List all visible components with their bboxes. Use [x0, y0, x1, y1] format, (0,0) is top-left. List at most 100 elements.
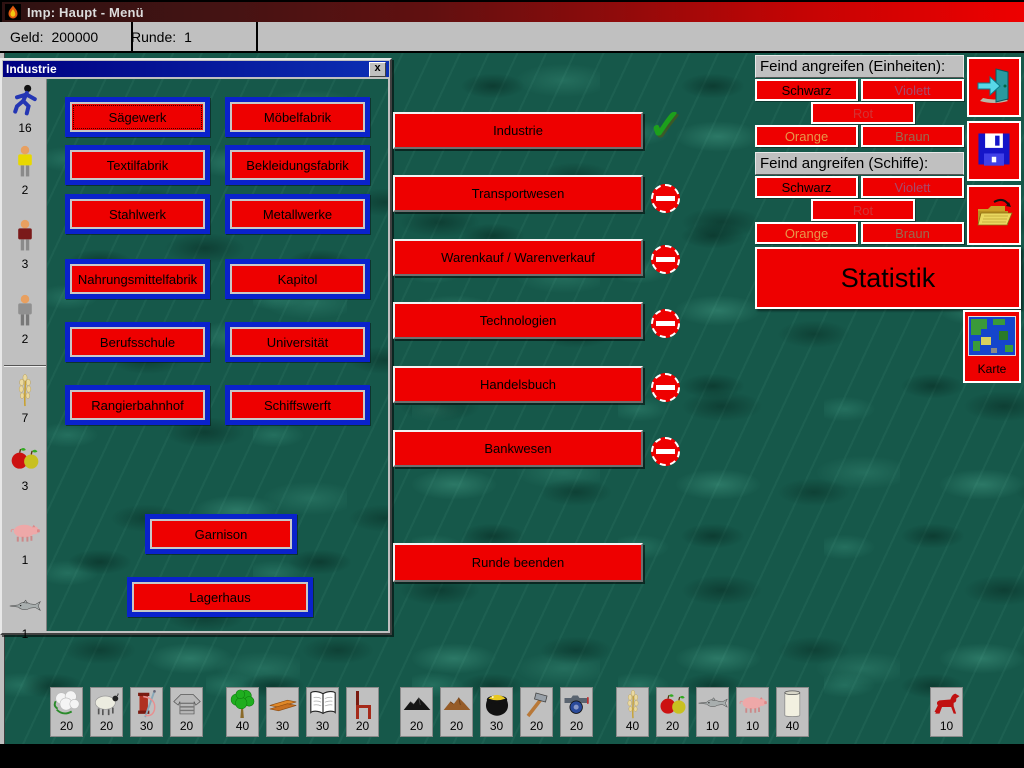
- bottom-black-strip: [0, 744, 1024, 768]
- building-button-berufsschule[interactable]: Berufsschule: [65, 322, 210, 362]
- resource-tile[interactable]: 20: [170, 687, 203, 737]
- resource-count: 20: [530, 719, 543, 733]
- menu-item-handelsbuch[interactable]: Handelsbuch: [393, 366, 643, 403]
- building-button-bekleidungsfabrik[interactable]: Bekleidungsfabrik: [225, 145, 370, 185]
- sidebar-count: 3: [22, 479, 29, 493]
- sidebar-count-item: 1: [4, 513, 46, 567]
- resource-group: 20 20 30 20 20: [400, 687, 593, 737]
- resource-tile[interactable]: 30: [130, 687, 163, 737]
- menu-item-bankwesen[interactable]: Bankwesen: [393, 430, 643, 467]
- menu-item-industrie[interactable]: Industrie: [393, 112, 643, 149]
- load-button[interactable]: [967, 185, 1021, 245]
- resource-group: 20203020: [50, 687, 203, 737]
- attack-units-violett[interactable]: Violett: [861, 79, 964, 101]
- statistik-button[interactable]: Statistik: [755, 247, 1021, 309]
- window-body: 162327311 Sägewerk Möbelfabrik Textilfab…: [4, 79, 388, 631]
- cannon-icon: [562, 688, 592, 719]
- flame-icon: [5, 4, 21, 20]
- building-button-schiffswerft[interactable]: Schiffswerft: [225, 385, 370, 425]
- app-title: Imp: Haupt - Menü: [27, 5, 144, 20]
- building-button-nahrungsmittelfabrik[interactable]: Nahrungsmittelfabrik: [65, 259, 210, 299]
- building-button-textilfabrik[interactable]: Textilfabrik: [65, 145, 210, 185]
- sidebar-count: 7: [22, 411, 29, 425]
- attack-units-rot[interactable]: Rot: [811, 102, 915, 124]
- building-button-lagerhaus[interactable]: Lagerhaus: [127, 577, 313, 617]
- resource-tile[interactable]: 40: [616, 687, 649, 737]
- round-label: Runde:: [131, 29, 176, 45]
- resource-tile[interactable]: 20: [656, 687, 689, 737]
- no-entry-icon: [651, 437, 680, 466]
- sidebar-count: 2: [22, 183, 29, 197]
- building-button-metallwerke[interactable]: Metallwerke: [225, 194, 370, 234]
- resource-tile[interactable]: 30: [266, 687, 299, 737]
- sidebar-divider: [4, 365, 46, 367]
- window-titlebar[interactable]: Industrie x: [3, 61, 389, 77]
- planks-icon: [268, 688, 298, 719]
- attack-units-schwarz[interactable]: Schwarz: [755, 79, 858, 101]
- attack-ships-braun[interactable]: Braun: [861, 222, 964, 244]
- population-sidebar: 162327311: [4, 79, 47, 631]
- money-value: 200000: [51, 29, 98, 45]
- industrie-window: Industrie x 162327311 Sägewerk Möbelfabr…: [0, 58, 392, 635]
- building-button-kapitol[interactable]: Kapitol: [225, 259, 370, 299]
- attack-ships-violett[interactable]: Violett: [861, 176, 964, 198]
- clothing-icon: [172, 688, 202, 719]
- resource-tile[interactable]: 10: [930, 687, 963, 737]
- attack-ships-header: Feind angreifen (Schiffe):: [755, 152, 964, 175]
- sidebar-count: 3: [22, 257, 29, 271]
- cotton-icon: [52, 688, 82, 719]
- money-cell: Geld: 200000: [0, 22, 133, 51]
- pig-icon: [738, 688, 768, 719]
- resource-tile[interactable]: 20: [440, 687, 473, 737]
- app-titlebar: Imp: Haupt - Menü: [2, 2, 1024, 22]
- menu-item-warenkauf[interactable]: Warenkauf / Warenverkauf: [393, 239, 643, 276]
- resource-tile[interactable]: 30: [306, 687, 339, 737]
- wheat-icon: [9, 371, 41, 407]
- map-button[interactable]: Karte: [963, 310, 1021, 383]
- exit-door-icon: [974, 65, 1014, 110]
- shark-icon: [9, 587, 41, 623]
- resource-group: 10: [930, 687, 963, 737]
- building-button-stahlwerk[interactable]: Stahlwerk: [65, 194, 210, 234]
- attack-units-braun[interactable]: Braun: [861, 125, 964, 147]
- resource-tile[interactable]: 20: [560, 687, 593, 737]
- attack-units-orange[interactable]: Orange: [755, 125, 858, 147]
- thread-icon: [132, 688, 162, 719]
- resource-tile[interactable]: 40: [226, 687, 259, 737]
- resource-tile[interactable]: 10: [696, 687, 729, 737]
- menu-item-technologien[interactable]: Technologien: [393, 302, 643, 339]
- resource-tile[interactable]: 30: [480, 687, 513, 737]
- sidebar-count-item: 16: [4, 81, 46, 135]
- attack-units-header: Feind angreifen (Einheiten):: [755, 55, 964, 78]
- resource-tile[interactable]: 20: [50, 687, 83, 737]
- attack-ships-rot[interactable]: Rot: [811, 199, 915, 221]
- exit-button[interactable]: [967, 57, 1021, 117]
- resource-tile[interactable]: 20: [90, 687, 123, 737]
- sidebar-count-item: 3: [4, 217, 46, 271]
- resource-tile[interactable]: 20: [520, 687, 553, 737]
- resource-tile[interactable]: 20: [346, 687, 379, 737]
- save-button[interactable]: [967, 121, 1021, 181]
- resource-count: 20: [356, 719, 369, 733]
- gold-icon: [482, 688, 512, 719]
- end-turn-button[interactable]: Runde beenden: [393, 543, 643, 582]
- menu-item-transportwesen[interactable]: Transportwesen: [393, 175, 643, 212]
- hammer-icon: [522, 688, 552, 719]
- building-button-rangierbahnhof[interactable]: Rangierbahnhof: [65, 385, 210, 425]
- attack-ships-orange[interactable]: Orange: [755, 222, 858, 244]
- building-button-universitaet[interactable]: Universität: [225, 322, 370, 362]
- building-button-moebelfabrik[interactable]: Möbelfabrik: [225, 97, 370, 137]
- sidebar-count: 2: [22, 332, 29, 346]
- window-title: Industrie: [6, 62, 57, 76]
- building-button-garnison[interactable]: Garnison: [145, 514, 297, 554]
- window-client-area: Sägewerk Möbelfabrik Textilfabrik Beklei…: [47, 79, 388, 631]
- resource-tile[interactable]: 20: [400, 687, 433, 737]
- close-icon[interactable]: x: [369, 62, 386, 77]
- attack-ships-schwarz[interactable]: Schwarz: [755, 176, 858, 198]
- sidebar-count-item: 1: [4, 587, 46, 641]
- resource-tile[interactable]: 40: [776, 687, 809, 737]
- building-button-saegewerk[interactable]: Sägewerk: [65, 97, 210, 137]
- coal-icon: [402, 688, 432, 719]
- resource-count: 20: [450, 719, 463, 733]
- resource-tile[interactable]: 10: [736, 687, 769, 737]
